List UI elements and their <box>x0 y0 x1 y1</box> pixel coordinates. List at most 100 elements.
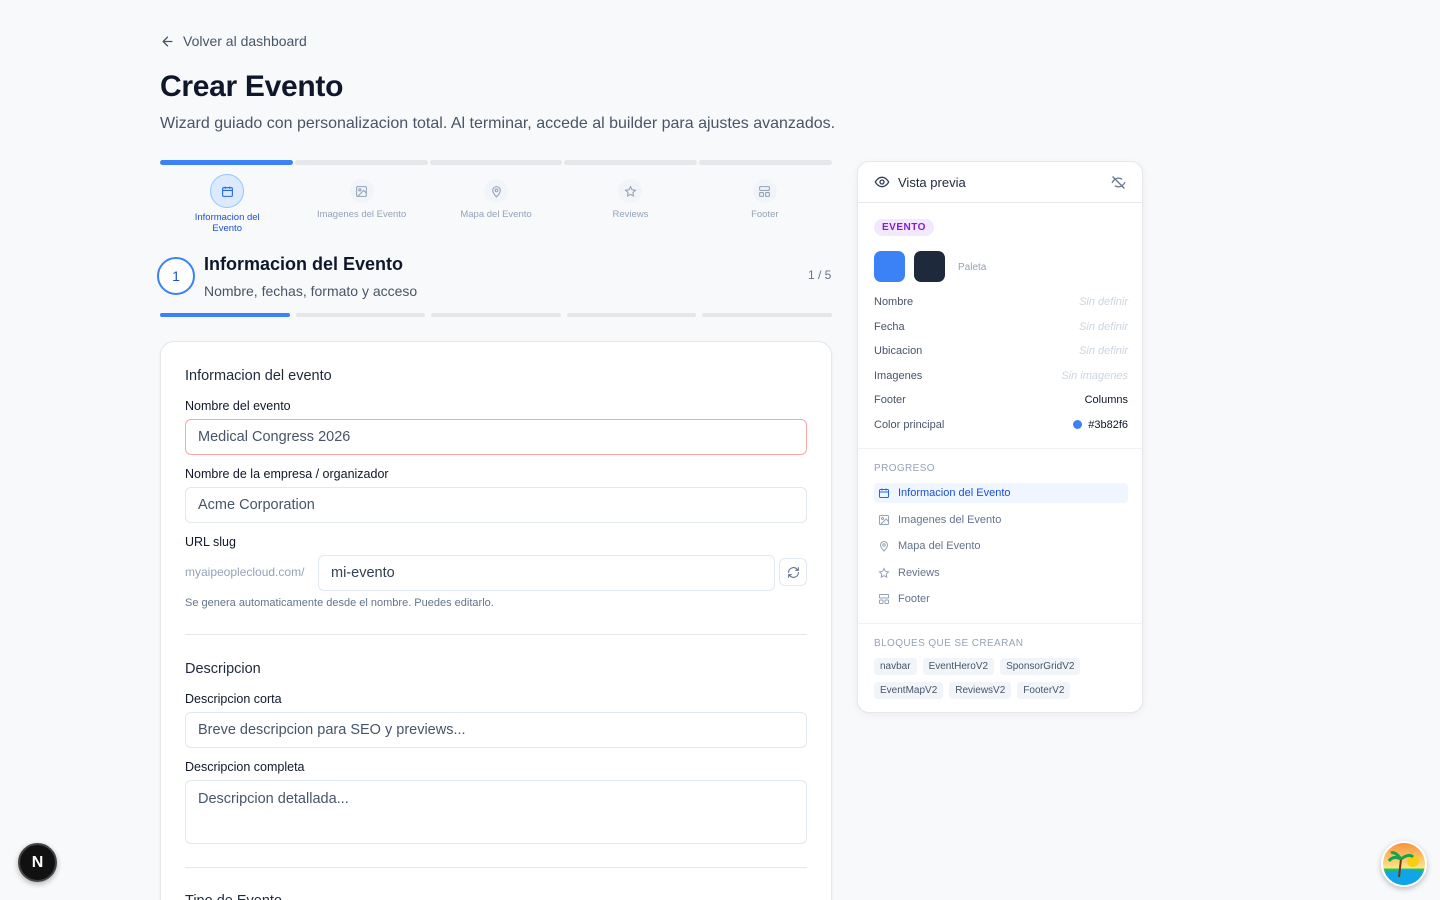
step-tab-imagenes[interactable]: Imagenes del Evento <box>294 172 428 234</box>
calendar-icon <box>879 488 889 498</box>
wizard-stepper: Informacion del Evento Imagenes del Even… <box>160 160 832 234</box>
slug-hint: Se genera automaticamente desde el nombr… <box>185 597 494 609</box>
step-label: Footer <box>751 209 779 220</box>
calendar-icon <box>221 186 233 197</box>
segment-bar-5 <box>702 313 832 317</box>
field-key: Fecha <box>874 321 905 333</box>
back-to-dashboard-link[interactable]: Volver al dashboard <box>160 33 307 49</box>
full-desc-textarea[interactable]: Descripcion detallada... <box>185 780 807 844</box>
step-progress-bar-3 <box>429 160 563 165</box>
progress-item-mapa[interactable]: Mapa del Evento <box>874 536 1128 556</box>
short-desc-placeholder: Breve descripcion para SEO y previews... <box>198 722 466 738</box>
page-subtitle: Wizard guiado con personalizacion total.… <box>160 115 836 132</box>
layout-icon <box>759 185 771 197</box>
eye-off-icon[interactable] <box>1111 175 1126 190</box>
star-icon <box>624 184 637 197</box>
progress-item-label: Footer <box>898 593 930 605</box>
blocks-title: BLOQUES QUE SE CREARAN <box>874 638 1024 649</box>
step-title: Informacion del Evento <box>204 254 404 274</box>
block-chip: EventHeroV2 <box>922 658 995 675</box>
image-icon <box>356 185 368 197</box>
color-dot <box>1073 420 1083 429</box>
slug-input[interactable]: mi-evento <box>318 555 775 591</box>
page-title: Crear Evento <box>160 70 344 103</box>
preview-divider <box>858 623 1142 624</box>
star-icon <box>878 567 890 579</box>
regenerate-slug-button[interactable] <box>779 558 807 586</box>
step-tab-reviews[interactable]: Reviews <box>563 172 697 234</box>
slug-label: URL slug <box>185 535 236 549</box>
map-pin-icon <box>491 185 501 198</box>
secondary-color-swatch <box>914 251 945 282</box>
field-key: Footer <box>874 394 906 406</box>
progress-item-label: Mapa del Evento <box>898 540 981 552</box>
full-desc-label: Descripcion completa <box>185 760 305 774</box>
preview-divider <box>858 448 1142 449</box>
step-number-badge: 1 <box>157 257 195 295</box>
back-label: Volver al dashboard <box>183 33 307 49</box>
arrow-left-icon <box>162 36 173 46</box>
step-segment-progress <box>160 313 832 317</box>
step-tab-mapa[interactable]: Mapa del Evento <box>429 172 563 234</box>
section-title-type: Tipo de Evento <box>185 893 282 900</box>
preview-panel: Vista previa EVENTO Paleta Nombre Sin def… <box>857 161 1143 713</box>
section-divider <box>185 634 807 635</box>
dev-tools-button[interactable]: N <box>18 843 57 882</box>
preview-field-nombre: Nombre Sin definir <box>874 296 1128 308</box>
field-value: Sin definir <box>1079 296 1128 308</box>
segment-bar-4 <box>566 313 697 317</box>
step-subtitle: Nombre, fechas, formato y acceso <box>204 283 418 299</box>
progress-item-imagenes[interactable]: Imagenes del Evento <box>874 510 1128 530</box>
primary-color-swatch <box>874 251 905 282</box>
event-form-card: Informacion del evento Nombre del evento… <box>160 341 832 900</box>
field-key: Imagenes <box>874 370 923 382</box>
field-value: Sin imagenes <box>1061 370 1128 382</box>
step-label: Mapa del Evento <box>460 209 532 220</box>
beach-avatar-icon <box>1383 843 1425 885</box>
field-key: Color principal <box>874 419 945 431</box>
field-key: Nombre <box>874 296 914 308</box>
progress-item-informacion[interactable]: Informacion del Evento <box>874 483 1128 503</box>
short-desc-input[interactable]: Breve descripcion para SEO y previews... <box>185 712 807 748</box>
layout-icon <box>879 594 889 604</box>
block-chip: navbar <box>874 658 917 675</box>
progress-item-label: Informacion del Evento <box>898 487 1011 499</box>
company-input[interactable]: Acme Corporation <box>185 487 807 523</box>
segment-bar-1 <box>160 313 290 317</box>
palette-label: Paleta <box>958 262 987 273</box>
step-counter: 1 / 5 <box>808 268 832 282</box>
step-label: Informacion del Evento <box>194 212 260 234</box>
preview-field-ubicacion: Ubicacion Sin definir <box>874 345 1128 357</box>
progress-item-reviews[interactable]: Reviews <box>874 563 1128 583</box>
step-tab-footer[interactable]: Footer <box>698 172 832 234</box>
slug-value: mi-evento <box>331 565 395 581</box>
event-name-input[interactable]: Medical Congress 2026 <box>185 419 807 455</box>
event-name-placeholder: Medical Congress 2026 <box>198 429 351 445</box>
step-label: Reviews <box>612 209 649 220</box>
progress-title: PROGRESO <box>874 463 935 474</box>
step-tab-informacion[interactable]: Informacion del Evento <box>160 172 294 234</box>
block-chip: FooterV2 <box>1017 682 1071 699</box>
section-title-info: Informacion del evento <box>185 368 332 384</box>
step-progress-bar-2 <box>294 160 428 165</box>
section-title-description: Descripcion <box>185 661 261 677</box>
short-desc-label: Descripcion corta <box>185 692 282 706</box>
segment-bar-3 <box>431 313 561 317</box>
preview-field-footer: Footer Columns <box>874 394 1128 406</box>
preview-title: Vista previa <box>898 174 966 190</box>
field-value: Sin definir <box>1079 321 1128 333</box>
progress-item-label: Reviews <box>898 567 940 579</box>
step-progress-bar-5 <box>699 160 832 165</box>
preview-field-color: Color principal #3b82f6 <box>874 419 1128 431</box>
segment-bar-2 <box>295 313 426 317</box>
step-label: Imagenes del Evento <box>316 209 407 220</box>
user-avatar[interactable] <box>1381 841 1427 887</box>
step-progress-bar-4 <box>564 160 698 165</box>
eye-icon <box>874 176 890 188</box>
field-value: #3b82f6 <box>1088 419 1128 431</box>
map-pin-icon <box>879 541 889 552</box>
field-key: Ubicacion <box>874 345 923 357</box>
progress-item-label: Imagenes del Evento <box>898 514 1002 526</box>
refresh-icon <box>787 566 799 578</box>
progress-item-footer[interactable]: Footer <box>874 589 1128 609</box>
